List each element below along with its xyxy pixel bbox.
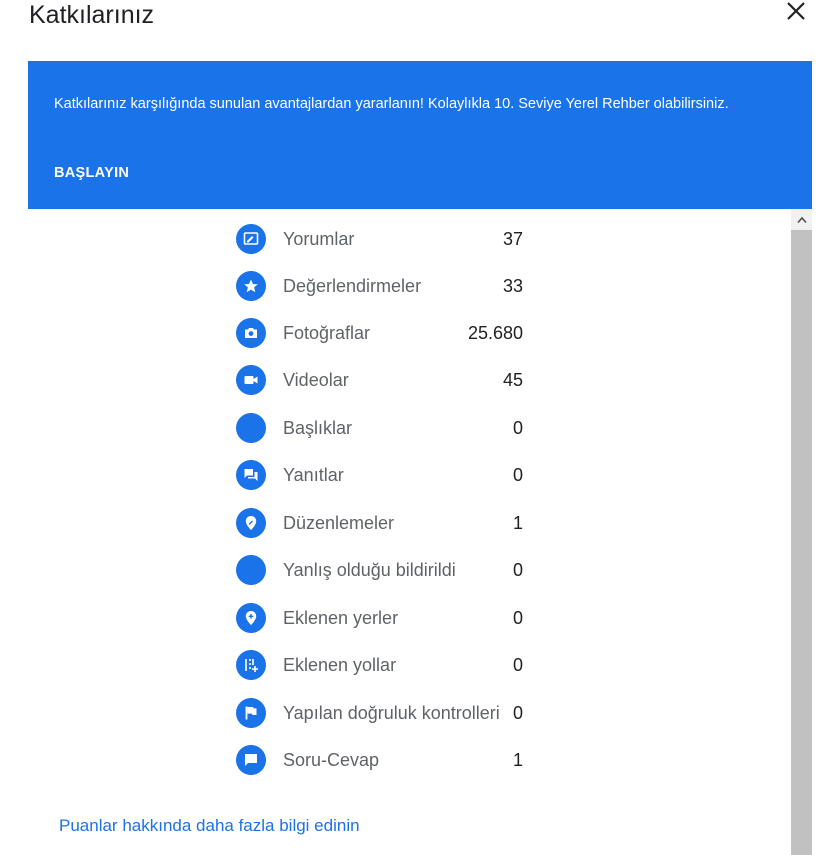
stat-label: Eklenen yollar bbox=[283, 654, 397, 675]
stat-row-fact-checks[interactable]: Yapılan doğruluk kontrolleri 0 bbox=[236, 697, 526, 729]
camera-icon bbox=[236, 318, 266, 348]
stat-label: Yanlış olduğu bildirildi bbox=[283, 559, 456, 580]
stat-row-photos[interactable]: Fotoğraflar 25.680 bbox=[236, 317, 526, 349]
stat-value: 33 bbox=[502, 275, 523, 296]
stat-value: 45 bbox=[502, 369, 523, 390]
add-place-icon bbox=[236, 603, 266, 633]
stat-label: Yanıtlar bbox=[283, 464, 344, 485]
chevron-up-icon bbox=[796, 216, 807, 223]
stat-label: Düzenlemeler bbox=[283, 512, 395, 533]
learn-more-points-link[interactable]: Puanlar hakkında daha fazla bilgi edinin bbox=[59, 816, 360, 836]
stat-row-reported[interactable]: Yanlış olduğu bildirildi 0 bbox=[236, 554, 526, 586]
stat-row-reviews[interactable]: Yorumlar 37 bbox=[236, 223, 526, 255]
flag-icon bbox=[236, 698, 266, 728]
stat-label: Fotoğraflar bbox=[283, 322, 371, 343]
stat-row-added-roads[interactable]: Eklenen yollar 0 bbox=[236, 649, 526, 681]
stat-row-qa[interactable]: Soru-Cevap 1 bbox=[236, 744, 526, 776]
scrollbar[interactable] bbox=[791, 209, 812, 855]
stat-row-videos[interactable]: Videolar 45 bbox=[236, 364, 526, 396]
dialog-title: Katkılarınız bbox=[29, 1, 155, 29]
stat-value: 0 bbox=[512, 464, 523, 485]
stat-row-answers[interactable]: Yanıtlar 0 bbox=[236, 459, 526, 491]
add-road-icon bbox=[236, 650, 266, 680]
stat-row-captions[interactable]: Başlıklar 0 bbox=[236, 412, 526, 444]
caption-icon bbox=[236, 413, 266, 443]
scrollbar-thumb[interactable] bbox=[791, 230, 812, 855]
star-icon bbox=[236, 271, 266, 301]
stat-value: 0 bbox=[512, 607, 523, 628]
report-icon bbox=[236, 555, 266, 585]
stat-label: Değerlendirmeler bbox=[283, 275, 422, 296]
stat-value: 0 bbox=[512, 417, 523, 438]
stat-row-ratings[interactable]: Değerlendirmeler 33 bbox=[236, 270, 526, 302]
video-icon bbox=[236, 365, 266, 395]
stat-label: Yapılan doğruluk kontrolleri bbox=[283, 702, 500, 723]
stat-row-edits[interactable]: Düzenlemeler 1 bbox=[236, 507, 526, 539]
stat-row-added-places[interactable]: Eklenen yerler 0 bbox=[236, 602, 526, 634]
promo-banner: Katkılarınız karşılığında sunulan avanta… bbox=[28, 61, 812, 209]
answers-icon bbox=[236, 460, 266, 490]
stat-value: 0 bbox=[512, 702, 523, 723]
stat-label: Başlıklar bbox=[283, 417, 353, 438]
banner-text: Katkılarınız karşılığında sunulan avanta… bbox=[54, 96, 729, 112]
scroll-up-button[interactable] bbox=[791, 209, 812, 230]
stat-value: 0 bbox=[512, 559, 523, 580]
review-icon bbox=[236, 224, 266, 254]
stat-value: 25.680 bbox=[467, 322, 523, 343]
get-started-button[interactable]: BAŞLAYIN bbox=[54, 165, 129, 181]
stat-value: 1 bbox=[512, 749, 523, 770]
stat-label: Yorumlar bbox=[283, 228, 355, 249]
stat-value: 1 bbox=[512, 512, 523, 533]
stat-label: Eklenen yerler bbox=[283, 607, 399, 628]
stat-label: Soru-Cevap bbox=[283, 749, 380, 770]
close-button[interactable] bbox=[783, 0, 809, 22]
stat-label: Videolar bbox=[283, 369, 349, 390]
stat-value: 0 bbox=[512, 654, 523, 675]
stat-value: 37 bbox=[502, 228, 523, 249]
chat-icon bbox=[236, 745, 266, 775]
close-icon bbox=[787, 2, 805, 20]
edit-place-icon bbox=[236, 508, 266, 538]
